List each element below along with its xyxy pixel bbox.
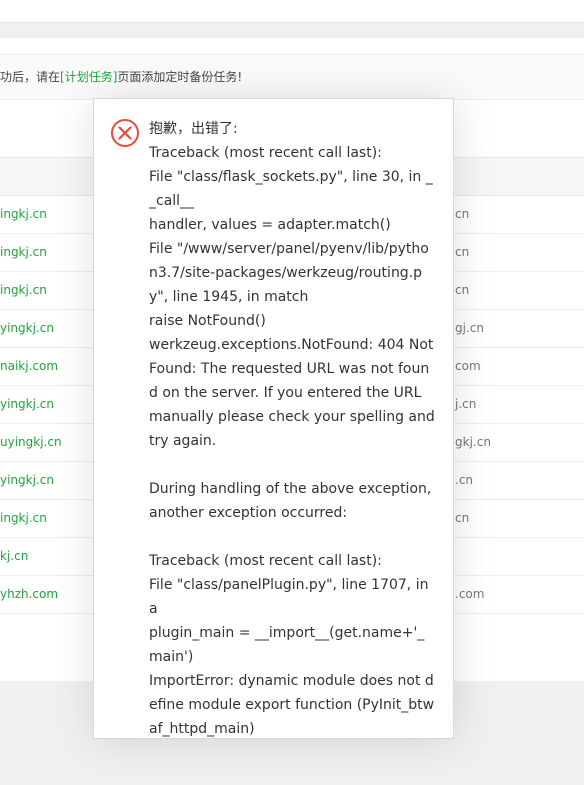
notice-suffix: 页面添加定时备份任务! [117, 70, 243, 84]
error-line: werkzeug.exceptions.NotFound: 404 Not Fo… [149, 337, 435, 449]
site-domain-link[interactable]: yingkj.cn [0, 385, 54, 423]
error-line: ImportError: dynamic module does not def… [149, 673, 435, 737]
site-domain-link[interactable]: ingkj.cn [0, 271, 47, 309]
site-domain-secondary: cn [455, 245, 470, 259]
error-line: File "/www/server/panel/pyenv/lib/python… [149, 241, 429, 305]
site-domain-link[interactable]: uyingkj.cn [0, 423, 62, 461]
site-domain-link[interactable]: yingkj.cn [0, 461, 54, 499]
scheduled-tasks-link[interactable]: [计划任务] [60, 70, 117, 84]
site-domain-link[interactable]: ingkj.cn [0, 233, 47, 271]
site-domain-secondary: .cn [455, 473, 474, 487]
error-line: File "class/flask_sockets.py", line 30, … [149, 169, 433, 209]
site-domain-secondary: cn [455, 511, 470, 525]
error-line: 抱歉，出错了: [149, 121, 238, 137]
site-domain-link[interactable]: ingkj.cn [0, 195, 47, 233]
error-circle-x-icon [111, 119, 139, 147]
error-message: 抱歉，出错了: Traceback (most recent call last)… [149, 117, 437, 741]
site-domain-secondary: cn [455, 207, 470, 221]
site-domain-link[interactable]: ingkj.cn [0, 499, 47, 537]
error-line: raise NotFound() [149, 313, 266, 329]
site-domain-secondary: gj.cn [455, 321, 484, 335]
top-bar [0, 0, 584, 23]
site-domain-link[interactable]: naikj.com [0, 347, 58, 385]
site-domain-secondary: j.cn [455, 397, 477, 411]
error-line [149, 525, 437, 549]
site-domain-secondary: com [455, 359, 481, 373]
error-line: File "class/panelPlugin.py", line 1707, … [149, 577, 429, 617]
site-domain-link[interactable]: kj.cn [0, 537, 28, 575]
error-line: plugin_main = __import__(get.name+'_main… [149, 625, 425, 665]
backup-notice: 功后，请在[计划任务]页面添加定时备份任务! [0, 54, 584, 100]
error-line: Traceback (most recent call last): [149, 145, 382, 161]
error-line: During handling of the above exception, … [149, 481, 432, 521]
notice-prefix: 功后，请在 [0, 70, 61, 84]
error-line: Traceback (most recent call last): [149, 553, 382, 569]
error-line [149, 453, 437, 477]
site-domain-secondary: .com [455, 587, 485, 601]
site-domain-secondary: gkj.cn [455, 435, 491, 449]
error-dialog: 抱歉，出错了: Traceback (most recent call last)… [93, 98, 454, 739]
error-line: handler, values = adapter.match() [149, 217, 391, 233]
site-domain-link[interactable]: yingkj.cn [0, 309, 54, 347]
site-domain-link[interactable]: yhzh.com [0, 575, 58, 613]
site-domain-secondary: cn [455, 283, 470, 297]
